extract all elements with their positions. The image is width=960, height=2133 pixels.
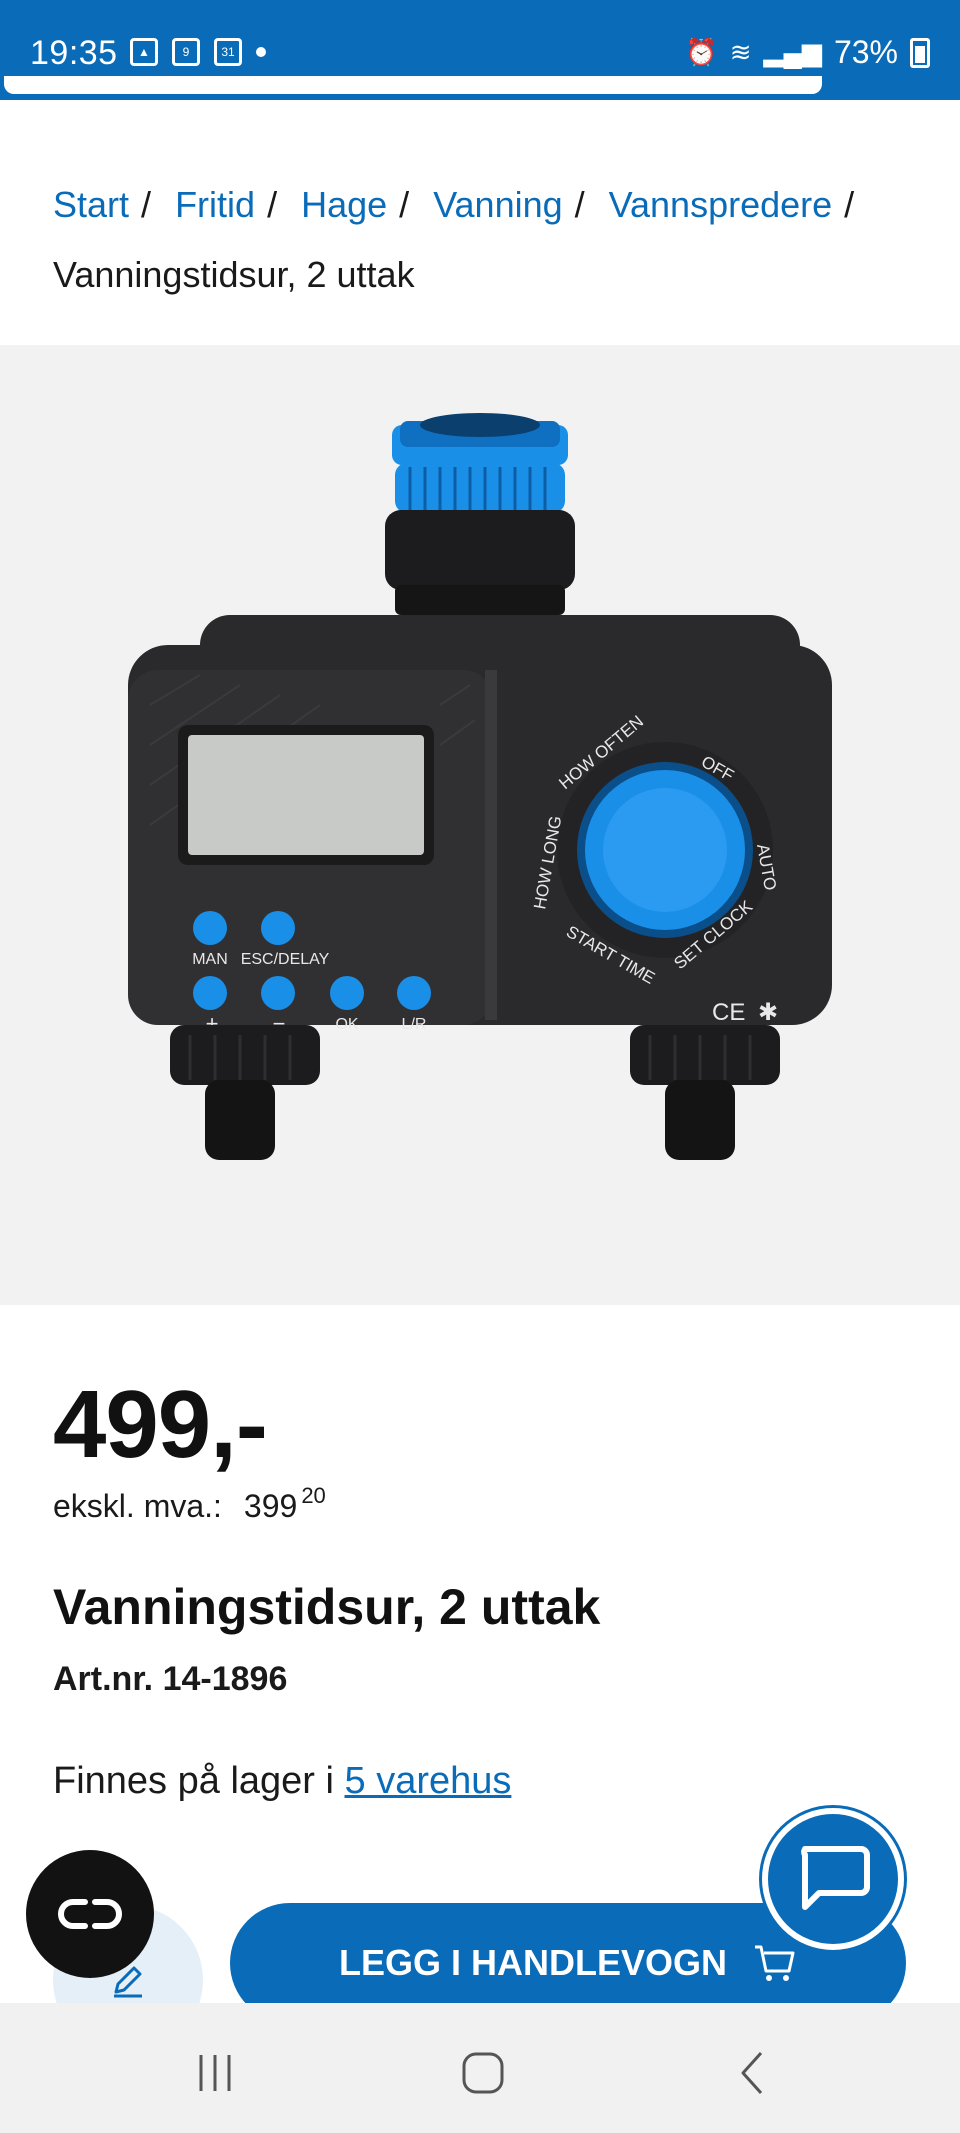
- page-load-progress-fill: [4, 76, 822, 94]
- status-bar: 19:35 ▲ 9 31 ⏰ ≋ ▂▄▆ 73%: [0, 0, 960, 100]
- link-loop-icon: [58, 1899, 122, 1929]
- assistant-button[interactable]: [26, 1850, 154, 1978]
- device-label-lr: L/R: [402, 1016, 427, 1033]
- system-icons: ⏰ ≋ ▂▄▆ 73%: [685, 34, 930, 71]
- device-label-ce: CE: [712, 999, 745, 1026]
- stock-info: Finnes på lager i 5 varehus: [53, 1760, 511, 1803]
- breadcrumb-separator: /: [574, 184, 585, 225]
- breadcrumb-start[interactable]: Start: [53, 184, 129, 225]
- battery-percent: 73%: [833, 34, 898, 70]
- exvat-value: 399: [243, 1488, 298, 1524]
- stock-stores-link[interactable]: 5 varehus: [345, 1760, 512, 1802]
- breadcrumb-current: Vanningstidsur, 2 uttak: [53, 254, 415, 295]
- product-image[interactable]: MAN ESC/DELAY + − OK L/R HOW OFTEN OFF A…: [0, 345, 960, 1305]
- chat-button[interactable]: [762, 1808, 904, 1950]
- breadcrumb-separator: /: [267, 184, 278, 225]
- breadcrumb-fritid[interactable]: Fritid: [175, 184, 255, 225]
- recent-apps-icon: [199, 2055, 231, 2091]
- breadcrumb-vanning[interactable]: Vanning: [433, 184, 562, 225]
- exvat-decimals: 20: [301, 1483, 326, 1508]
- calendar-date-icon: 31: [214, 38, 242, 66]
- recent-apps-button[interactable]: [175, 2043, 255, 2103]
- breadcrumb-separator: /: [399, 184, 410, 225]
- calendar-icon: 9: [172, 38, 200, 66]
- wifi-icon: ≋: [729, 37, 752, 67]
- stock-prefix: Finnes på lager i: [53, 1760, 345, 1802]
- device-label-esc-delay: ESC/DELAY: [241, 951, 330, 968]
- product-price: 499,-: [53, 1371, 268, 1478]
- alarm-icon: ⏰: [685, 37, 718, 67]
- home-button[interactable]: [443, 2043, 523, 2103]
- breadcrumb-separator: /: [844, 184, 855, 225]
- notification-icons: ▲ 9 31: [130, 38, 266, 66]
- device-label-man: MAN: [192, 951, 228, 968]
- cart-icon: [755, 1945, 795, 1981]
- back-icon: [741, 2051, 763, 2095]
- system-nav-bar: [0, 2003, 960, 2133]
- more-notifications-icon: [256, 47, 266, 57]
- chat-bubble-icon: [801, 1846, 870, 1910]
- product-title: Vanningstidsur, 2 uttak: [53, 1579, 601, 1635]
- breadcrumb-separator: /: [141, 184, 152, 225]
- page-load-progress: [0, 76, 960, 100]
- signal-icon: ▂▄▆: [763, 37, 822, 67]
- device-label-ok: OK: [335, 1016, 358, 1033]
- price-excl-vat: ekskl. mva.: 399 20: [53, 1483, 326, 1525]
- add-to-cart-label: LEGG I HANDLEVOGN: [338, 1942, 728, 1983]
- snowflake-icon: ✱: [758, 999, 778, 1026]
- article-number: Art.nr. 14-1896: [53, 1660, 288, 1698]
- status-time: 19:35: [30, 34, 118, 72]
- breadcrumb: Start / Fritid / Hage / Vanning / Vannsprede…: [53, 170, 933, 310]
- water-timer-product-image: MAN ESC/DELAY + − OK L/R HOW OFTEN OFF A…: [128, 413, 832, 1160]
- breadcrumb-vannspredere[interactable]: Vannspredere: [609, 184, 833, 225]
- back-button[interactable]: [712, 2043, 792, 2103]
- gallery-icon: ▲: [130, 38, 158, 66]
- home-icon: [462, 2052, 504, 2094]
- battery-icon: [910, 37, 930, 68]
- exvat-label: ekskl. mva.:: [53, 1488, 222, 1524]
- breadcrumb-hage[interactable]: Hage: [301, 184, 387, 225]
